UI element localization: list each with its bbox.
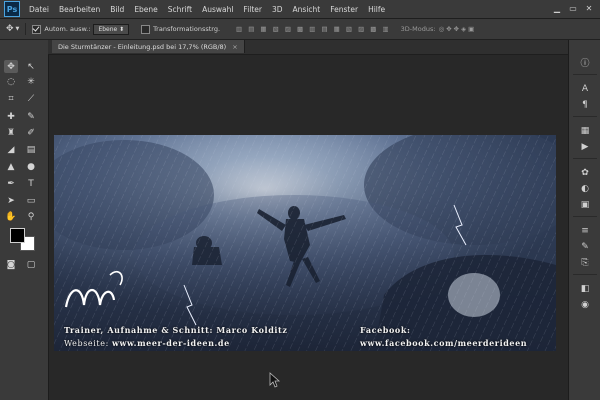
history-panel-icon[interactable]: ▦ [578, 124, 592, 137]
transform-controls-checkbox[interactable] [141, 24, 151, 34]
menu-ebene[interactable]: Ebene [129, 5, 162, 14]
menu-schrift[interactable]: Schrift [163, 5, 197, 14]
menu-ansicht[interactable]: Ansicht [288, 5, 326, 14]
3d-mode-label: 3D-Modus: [400, 25, 436, 33]
close-tab-icon[interactable]: × [232, 43, 237, 51]
website-line: Webseite: www.meer-der-ideen.de [64, 338, 230, 348]
divider [573, 274, 597, 275]
auto-select-label: Autom. ausw.: [44, 25, 91, 33]
auto-select-value: Ebene [98, 25, 118, 33]
hand-tool-icon[interactable]: ✋ [4, 210, 18, 223]
divider [573, 216, 597, 217]
screen-mode-icon[interactable]: ▢ [24, 258, 38, 271]
paragraph-panel-icon[interactable]: ¶ [578, 98, 592, 111]
3d-mode-icons[interactable]: ◎✥✥◈▣ [439, 25, 477, 33]
storm-artwork [54, 135, 556, 351]
menu-bild[interactable]: Bild [105, 5, 129, 14]
clone-stamp-icon[interactable]: ♜ [4, 126, 18, 139]
brush-tool-icon[interactable]: ✎ [24, 110, 38, 123]
maximize-icon[interactable]: ▭ [568, 3, 578, 13]
type-tool-icon[interactable]: T [24, 177, 38, 190]
facebook-value: www.facebook.com/meerderideen [360, 338, 528, 348]
menu-filter[interactable]: Filter [238, 5, 267, 14]
photoshop-logo: Ps [4, 1, 20, 17]
info-icon[interactable]: ⓘ [578, 56, 592, 69]
right-dock-panel: ⓘ A ¶ ▦ ▶ ✿ ◐ ▣ ≡ ✎ ⎘ ◧ ◉ [568, 40, 600, 400]
canvas-area[interactable]: Trainer, Aufnahme & Schnitt: Marco Koldi… [49, 55, 568, 400]
properties-panel-icon[interactable]: ≡ [578, 224, 592, 237]
mouse-cursor-icon [269, 372, 281, 388]
brush-presets-icon[interactable]: ✎ [578, 240, 592, 253]
document-tab[interactable]: Die Sturmtänzer - Einleitung.psd bei 17,… [52, 40, 245, 53]
minimize-icon[interactable]: ▁ [552, 3, 562, 13]
gradient-tool-icon[interactable]: ▤ [24, 143, 38, 156]
lasso-tool-icon[interactable]: ◌ [4, 75, 18, 88]
move-tool-icon[interactable]: ✥ [4, 60, 18, 73]
auto-select-checkbox[interactable] [32, 24, 42, 34]
menu-hilfe[interactable]: Hilfe [363, 5, 390, 14]
eraser-tool-icon[interactable]: ◢ [4, 143, 18, 156]
move-tool-preset[interactable]: ✥ ▼ [6, 24, 19, 34]
styles-panel-icon[interactable]: ▣ [578, 198, 592, 211]
menu-bar: Ps Datei Bearbeiten Bild Ebene Schrift A… [0, 0, 600, 19]
shape-tool-icon[interactable]: ▭ [24, 194, 38, 207]
eyedropper-icon[interactable]: ⟋ [24, 92, 38, 105]
website-value: www.meer-der-ideen.de [112, 338, 230, 348]
blur-tool-icon[interactable]: ▲ [4, 160, 18, 173]
actions-panel-icon[interactable]: ▶ [578, 140, 592, 153]
menu-3d[interactable]: 3D [267, 5, 288, 14]
move-icon: ✥ [6, 24, 14, 34]
channels-panel-icon[interactable]: ◉ [578, 298, 592, 311]
pen-tool-icon[interactable]: ✒ [4, 177, 18, 190]
quick-mask-icon[interactable]: ◙ [4, 258, 18, 271]
chevron-down-icon: ▼ [15, 26, 20, 32]
clone-source-icon[interactable]: ⎘ [578, 256, 592, 269]
swatches-panel-icon[interactable]: ✿ [578, 166, 592, 179]
magic-wand-icon[interactable]: ✳ [24, 75, 38, 88]
website-label: Webseite: [64, 339, 109, 348]
credits-line: Trainer, Aufnahme & Schnitt: Marco Koldi… [64, 325, 288, 335]
auto-select-dropdown[interactable]: Ebene ⬍ [93, 23, 130, 35]
document-tab-title: Die Sturmtänzer - Einleitung.psd bei 17,… [58, 42, 227, 51]
divider [573, 116, 597, 117]
crop-tool-icon[interactable]: ⌗ [4, 92, 18, 105]
character-panel-icon[interactable]: A [578, 82, 592, 95]
transform-controls-label: Transformationsstrg. [153, 25, 221, 33]
adjustments-panel-icon[interactable]: ◐ [578, 182, 592, 195]
document-canvas[interactable]: Trainer, Aufnahme & Schnitt: Marco Koldi… [54, 135, 556, 351]
facebook-label: Facebook: [360, 325, 411, 335]
menu-fenster[interactable]: Fenster [325, 5, 363, 14]
tools-panel: ✥ ↖ ◌ ✳ ⌗ ⟋ ✚ ✎ ♜ ✐ ◢ ▤ ▲ ● ✒ T ➤ ▭ ✋ ⚲ … [0, 40, 49, 400]
history-brush-icon[interactable]: ✐ [24, 126, 38, 139]
path-selection-icon[interactable]: ➤ [4, 194, 18, 207]
align-buttons[interactable]: ▥ ▤ ▦ ▧ ▨ ▩ ▥ ▤ ▦ ▧ ▨ ▩ ▥ [236, 25, 391, 33]
divider [25, 23, 27, 35]
divider [573, 158, 597, 159]
menu-datei[interactable]: Datei [24, 5, 54, 14]
foreground-color-swatch[interactable] [10, 228, 25, 243]
options-bar: ✥ ▼ Autom. ausw.: Ebene ⬍ Transformation… [0, 19, 600, 40]
layers-panel-icon[interactable]: ◧ [578, 282, 592, 295]
document-tab-bar: Die Sturmtänzer - Einleitung.psd bei 17,… [48, 40, 568, 55]
menu-auswahl[interactable]: Auswahl [197, 5, 238, 14]
healing-brush-icon[interactable]: ✚ [4, 110, 18, 123]
close-window-icon[interactable]: ✕ [584, 3, 594, 13]
zoom-tool-icon[interactable]: ⚲ [24, 210, 38, 223]
dodge-tool-icon[interactable]: ● [24, 160, 38, 173]
divider [573, 74, 597, 75]
menu-bearbeiten[interactable]: Bearbeiten [54, 5, 105, 14]
move-tool-alt-icon[interactable]: ↖ [24, 60, 38, 73]
